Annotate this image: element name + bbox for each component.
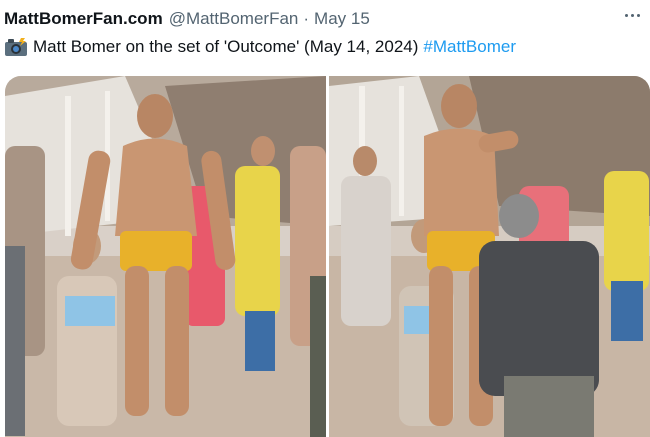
tweet-date[interactable]: May 15 [314,9,370,29]
more-options-icon[interactable] [623,10,642,21]
hashtag-link[interactable]: #MattBomer [423,36,516,58]
author-name[interactable]: MattBomerFan.com [4,9,163,29]
tweet-text: Matt Bomer on the set of 'Outcome' (May … [4,36,638,58]
separator-dot: · [303,9,310,28]
tweet: MattBomerFan.com @MattBomerFan · May 15 … [0,0,650,437]
tweet-header: MattBomerFan.com @MattBomerFan · May 15 [4,8,638,30]
photo-2[interactable] [329,76,650,437]
author-handle[interactable]: @MattBomerFan [169,9,299,29]
media-grid [5,76,650,437]
camera-with-flash-icon [4,37,28,57]
tweet-body-text: Matt Bomer on the set of 'Outcome' (May … [33,37,419,56]
photo-1[interactable] [5,76,326,437]
